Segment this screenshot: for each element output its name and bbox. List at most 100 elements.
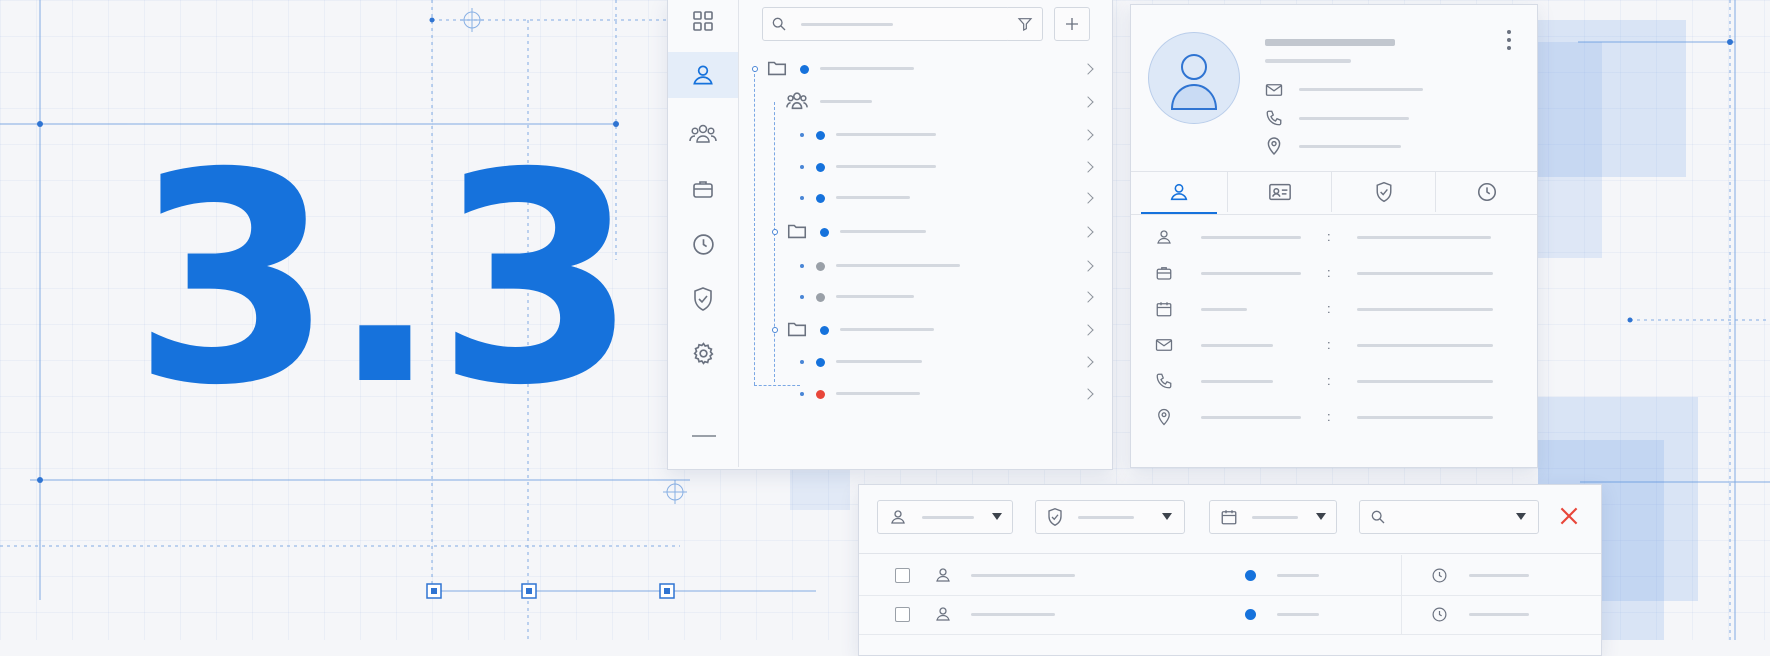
tree-row-item[interactable]	[748, 285, 1104, 311]
row-checkbox[interactable]	[895, 568, 910, 583]
filter-button[interactable]	[1008, 7, 1043, 41]
folder-icon	[767, 61, 787, 76]
clear-filters-button[interactable]	[1556, 503, 1582, 529]
status-dot	[816, 358, 825, 367]
grid-icon	[693, 11, 713, 31]
add-button[interactable]	[1054, 7, 1090, 41]
briefcase-icon	[1156, 267, 1172, 280]
status-dot	[820, 228, 829, 237]
sidebar-item-history[interactable]	[668, 226, 738, 266]
row-name	[971, 574, 1075, 577]
user-avatar-icon	[1170, 54, 1218, 110]
user-filter-dropdown[interactable]	[877, 500, 1013, 534]
dropdown-value	[1078, 516, 1134, 519]
more-vertical-icon	[1507, 30, 1511, 50]
chevron-right-icon	[1082, 324, 1094, 336]
detail-separator: :	[1327, 409, 1331, 424]
user-icon	[693, 65, 713, 85]
detail-value	[1357, 236, 1491, 239]
tree-node-marker	[800, 360, 804, 364]
row-time	[1469, 574, 1529, 577]
row-name	[971, 613, 1055, 616]
chevron-right-icon	[1082, 291, 1094, 303]
filter-icon	[1017, 18, 1033, 31]
user-icon	[936, 568, 950, 582]
status-dot	[820, 326, 829, 335]
date-filter-dropdown[interactable]	[1209, 500, 1337, 534]
detail-row: :	[1131, 225, 1537, 251]
row-time	[1469, 613, 1529, 616]
detail-row: :	[1131, 333, 1537, 359]
tree-node-marker	[772, 327, 778, 333]
status-dot	[816, 390, 825, 399]
row-checkbox[interactable]	[895, 607, 910, 622]
chevron-right-icon	[1082, 388, 1094, 400]
row-status	[1277, 613, 1319, 616]
tab-overview[interactable]	[1141, 172, 1217, 214]
results-panel	[858, 484, 1602, 656]
tree-search-box[interactable]	[762, 7, 1010, 41]
sidebar-collapse[interactable]	[668, 424, 738, 448]
tree-row-item[interactable]	[748, 123, 1104, 149]
more-options-button[interactable]	[1501, 27, 1517, 53]
status-dot	[816, 293, 825, 302]
briefcase-icon	[693, 181, 713, 198]
chevron-right-icon	[1082, 260, 1094, 272]
table-row[interactable]	[859, 596, 1601, 635]
tree-item-label	[836, 295, 914, 298]
detail-separator: :	[1327, 301, 1331, 316]
sidebar-item-profile[interactable]	[668, 52, 738, 98]
sidebar-item-settings[interactable]	[668, 335, 738, 375]
shield-check-icon	[694, 287, 712, 311]
mail-icon	[1155, 339, 1173, 351]
tree-row-item[interactable]	[748, 186, 1104, 212]
table-row[interactable]	[859, 557, 1601, 596]
detail-row: :	[1131, 405, 1537, 431]
tree-row-folder[interactable]	[748, 57, 1104, 83]
tree-row-folder[interactable]	[748, 318, 1104, 344]
tab-history[interactable]	[1435, 172, 1538, 212]
sidebar-item-security[interactable]	[668, 280, 738, 320]
status-dot	[1245, 609, 1256, 620]
profile-details: ::::::	[1131, 225, 1537, 455]
chevron-right-icon	[1082, 63, 1094, 75]
tree-row-item[interactable]	[748, 155, 1104, 181]
calendar-icon	[1156, 302, 1172, 317]
folder-icon	[787, 224, 807, 239]
detail-separator: :	[1327, 373, 1331, 388]
detail-separator: :	[1327, 229, 1331, 244]
status-dot	[1245, 570, 1256, 581]
detail-label	[1201, 272, 1301, 275]
caret-down-icon	[992, 513, 1002, 520]
detail-value	[1357, 344, 1493, 347]
tree-item-label	[840, 328, 934, 331]
profile-tabs	[1131, 171, 1537, 215]
results-search-dropdown[interactable]	[1359, 500, 1539, 534]
sidebar-item-apps[interactable]	[668, 3, 738, 39]
chevron-right-icon	[1082, 356, 1094, 368]
sidebar-item-work[interactable]	[668, 169, 738, 209]
tree-item-label	[836, 133, 936, 136]
chevron-right-icon	[1082, 192, 1094, 204]
column-divider	[1401, 596, 1402, 634]
detail-value	[1357, 272, 1493, 275]
status-filter-dropdown[interactable]	[1035, 500, 1185, 534]
sidebar-item-teams[interactable]	[668, 115, 738, 155]
tree-row-item[interactable]	[748, 254, 1104, 280]
tab-id-card[interactable]	[1227, 172, 1332, 212]
tab-security[interactable]	[1331, 172, 1436, 212]
caret-down-icon	[1162, 513, 1172, 520]
id-card-icon	[1269, 183, 1291, 201]
location-icon	[1267, 137, 1281, 156]
caret-down-icon	[1516, 513, 1526, 520]
tree-row-folder[interactable]	[748, 220, 1104, 246]
tree-item-label	[836, 360, 922, 363]
tree-node-marker	[800, 165, 804, 169]
tree-row-item[interactable]	[748, 350, 1104, 376]
tree-row-group[interactable]	[748, 90, 1104, 116]
tree-node-marker	[752, 66, 758, 72]
user-icon	[1170, 183, 1188, 201]
clock-icon	[1432, 568, 1447, 583]
tree-item-label	[820, 100, 872, 103]
tree-row-item[interactable]	[748, 382, 1104, 408]
